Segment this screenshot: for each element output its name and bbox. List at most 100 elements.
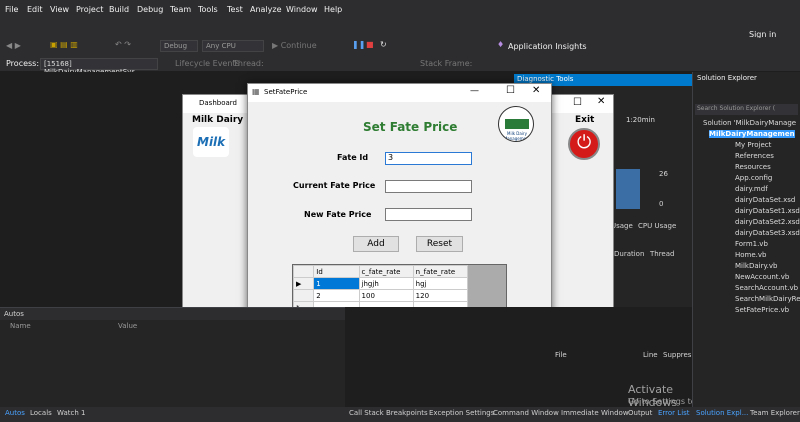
tab-solution-explorer[interactable]: Solution Expl... bbox=[696, 409, 748, 417]
menu-edit[interactable]: Edit bbox=[27, 5, 43, 14]
solution-item[interactable]: Resources bbox=[735, 163, 771, 171]
tab-locals[interactable]: Locals bbox=[30, 409, 52, 417]
solution-item[interactable]: SetFatePrice.vb bbox=[735, 306, 789, 314]
stop-icon[interactable]: ■ bbox=[366, 40, 374, 49]
col-duration: Duration bbox=[614, 250, 645, 258]
maximize-icon[interactable]: ☐ bbox=[506, 85, 515, 96]
menu-project[interactable]: Project bbox=[76, 5, 103, 14]
app-insights-icon: ♦ bbox=[497, 40, 505, 49]
solution-item[interactable]: Form1.vb bbox=[735, 240, 768, 248]
grid-header[interactable]: c_fate_rate bbox=[358, 265, 414, 278]
lifecycle-events[interactable]: Lifecycle Events bbox=[175, 59, 240, 68]
tab-command-window[interactable]: Command Window bbox=[493, 409, 559, 417]
solution-item[interactable]: dairyDataSet.xsd bbox=[735, 196, 795, 204]
menu-debug[interactable]: Debug bbox=[137, 5, 163, 14]
reset-button[interactable]: Reset bbox=[416, 236, 463, 252]
solution-item[interactable]: MilkDairy.vb bbox=[735, 262, 777, 270]
solution-item[interactable]: dairyDataSet3.xsd bbox=[735, 229, 800, 237]
back-icon[interactable]: ◀ ▶ bbox=[6, 41, 21, 50]
save-icon[interactable]: ▣ ▤ ▥ bbox=[50, 40, 78, 49]
menu-team[interactable]: Team bbox=[170, 5, 191, 14]
grid-cell[interactable]: 1 bbox=[313, 277, 360, 290]
maximize-icon[interactable]: ☐ bbox=[573, 97, 582, 108]
tab-team-explorer[interactable]: Team Explorer bbox=[750, 409, 800, 417]
current-price-input[interactable] bbox=[385, 180, 472, 193]
exit-label: Exit bbox=[575, 115, 595, 125]
solution-item[interactable]: Solution 'MilkDairyManage bbox=[703, 119, 796, 127]
platform-dropdown[interactable]: Any CPU bbox=[202, 40, 264, 52]
error-col-file: File bbox=[555, 351, 567, 359]
solution-item[interactable]: dairyDataSet1.xsd bbox=[735, 207, 800, 215]
solution-item[interactable]: SearchAccount.vb bbox=[735, 284, 798, 292]
tab-usage[interactable]: Usage bbox=[611, 222, 633, 230]
milk-logo-text: Milk bbox=[197, 135, 226, 149]
autos-panel: Autos Name Value bbox=[0, 307, 345, 407]
minimize-icon[interactable]: — bbox=[470, 86, 479, 96]
solution-item[interactable]: NewAccount.vb bbox=[735, 273, 789, 281]
solution-item[interactable]: SearchMilkDairyRec bbox=[735, 295, 800, 303]
tab-cpu-usage[interactable]: CPU Usage bbox=[638, 222, 676, 230]
menu-build[interactable]: Build bbox=[109, 5, 129, 14]
solution-item[interactable]: dairyDataSet2.xsd bbox=[735, 218, 800, 226]
logo-cow-shape bbox=[505, 119, 529, 129]
row-selector-arrow[interactable]: ▶ bbox=[292, 277, 315, 290]
row-selector[interactable] bbox=[292, 289, 315, 302]
exit-power-icon[interactable]: ⏻ bbox=[568, 128, 600, 160]
solution-item[interactable]: dairy.mdf bbox=[735, 185, 768, 193]
dairy-logo: Milk Dairy Management bbox=[498, 106, 534, 142]
table-row[interactable]: 2 100 120 bbox=[292, 289, 469, 302]
page-title: Set Fate Price bbox=[363, 120, 458, 134]
grid-header[interactable]: n_fate_rate bbox=[412, 265, 469, 278]
logo-text: Milk Dairy Management bbox=[503, 131, 531, 141]
grid-cell[interactable]: hgj bbox=[412, 277, 469, 290]
undo-icon[interactable]: ↶ ↷ bbox=[115, 40, 131, 49]
solution-item-project[interactable]: MilkDairyManagemen bbox=[709, 130, 795, 138]
close-icon[interactable]: ✕ bbox=[532, 85, 540, 96]
solution-item[interactable]: My Project bbox=[735, 141, 771, 149]
tab-watch1[interactable]: Watch 1 bbox=[57, 409, 85, 417]
fate-id-input[interactable]: 3 bbox=[385, 152, 472, 165]
grid-header[interactable]: Id bbox=[313, 265, 360, 278]
tab-call-stack[interactable]: Call Stack bbox=[349, 409, 384, 417]
milk-logo: Milk bbox=[193, 127, 229, 157]
app-insights-button[interactable]: Application Insights bbox=[508, 42, 587, 51]
solution-item[interactable]: References bbox=[735, 152, 774, 160]
dashboard-title: Dashboard bbox=[199, 99, 237, 107]
tab-immediate-window[interactable]: Immediate Window bbox=[561, 409, 629, 417]
tab-error-list[interactable]: Error List bbox=[658, 409, 690, 417]
col-thread: Thread bbox=[650, 250, 675, 258]
menu-file[interactable]: File bbox=[5, 5, 18, 14]
new-price-input[interactable] bbox=[385, 208, 472, 221]
grid-cell[interactable]: 100 bbox=[358, 289, 414, 302]
tab-output[interactable]: Output bbox=[628, 409, 652, 417]
menu-analyze[interactable]: Analyze bbox=[250, 5, 282, 14]
grid-cell[interactable]: 120 bbox=[412, 289, 469, 302]
continue-button[interactable]: ▶ Continue bbox=[272, 41, 317, 50]
grid-cell[interactable]: jhgjh bbox=[358, 277, 414, 290]
close-icon[interactable]: ✕ bbox=[597, 96, 605, 107]
process-dropdown[interactable]: [15168] MilkDairyManagementSys bbox=[40, 58, 158, 76]
pause-icon[interactable]: ❚❚ bbox=[352, 40, 365, 49]
continue-label: Continue bbox=[280, 41, 317, 50]
add-button[interactable]: Add bbox=[353, 236, 399, 252]
grid-cell[interactable]: 2 bbox=[313, 289, 360, 302]
menu-test[interactable]: Test bbox=[227, 5, 243, 14]
tab-autos[interactable]: Autos bbox=[5, 409, 25, 417]
solution-item[interactable]: App.config bbox=[735, 174, 772, 182]
tab-exception-settings[interactable]: Exception Settings bbox=[429, 409, 494, 417]
error-col-suppress: Suppres bbox=[663, 351, 692, 359]
table-row[interactable]: ▶ 1 jhgjh hgj bbox=[292, 277, 469, 290]
solution-item[interactable]: Home.vb bbox=[735, 251, 766, 259]
config-dropdown[interactable]: Debug bbox=[160, 40, 198, 52]
power-icon: ⏻ bbox=[577, 132, 592, 153]
menu-window[interactable]: Window bbox=[286, 5, 318, 14]
grid-corner bbox=[292, 265, 315, 278]
solution-search-input[interactable]: Search Solution Explorer ( bbox=[695, 104, 798, 115]
setfateprice-titlebar: ▦ SetFatePrice — ☐ ✕ bbox=[248, 84, 551, 102]
tab-breakpoints[interactable]: Breakpoints bbox=[386, 409, 428, 417]
menu-help[interactable]: Help bbox=[324, 5, 342, 14]
session-time: 1:20min bbox=[626, 116, 655, 124]
restart-icon[interactable]: ↻ bbox=[380, 40, 387, 49]
menu-view[interactable]: View bbox=[50, 5, 69, 14]
menu-tools[interactable]: Tools bbox=[198, 5, 218, 14]
